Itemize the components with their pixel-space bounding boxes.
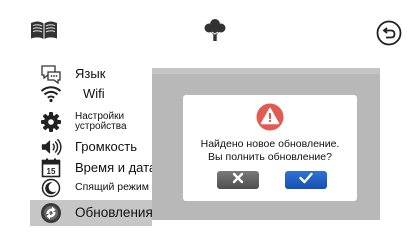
menu-item-label: Настройки устройства: [75, 110, 127, 132]
update-icon: [40, 202, 62, 224]
menu-item-label: Время и дата: [75, 160, 157, 176]
cancel-button[interactable]: [217, 171, 259, 189]
speaker-icon: [40, 136, 62, 158]
menu-item-label: Язык: [75, 66, 106, 82]
back-icon[interactable]: [376, 20, 402, 46]
tree-icon[interactable]: [204, 18, 226, 42]
update-dialog: Найдено новое обновление. Вы полнить обн…: [183, 95, 357, 201]
calendar-icon: 15: [40, 157, 62, 179]
close-icon: [232, 171, 244, 189]
menu-item-updates[interactable]: Обновления: [30, 200, 153, 226]
settings-screen: Язык Wifi Настройки устройства Громкость…: [0, 0, 410, 241]
settings-menu: Язык Wifi Настройки устройства Громкость…: [30, 60, 156, 228]
menu-item-sleep-mode[interactable]: Спящий режим: [30, 177, 152, 199]
warning-icon: [256, 103, 284, 131]
dialog-message: Найдено новое обновление. Вы полнить обн…: [183, 138, 357, 163]
check-icon: [299, 171, 313, 189]
gear-icon: [40, 111, 62, 133]
panel-divider: [152, 68, 380, 74]
book-icon[interactable]: [30, 19, 58, 41]
wifi-icon: [40, 83, 62, 105]
menu-item-label: Громкость: [75, 139, 137, 155]
menu-item-volume[interactable]: Громкость: [30, 136, 152, 158]
top-bar: [0, 0, 410, 58]
language-chat-icon: [40, 63, 62, 85]
menu-item-device-settings[interactable]: Настройки устройства: [30, 106, 152, 138]
menu-item-wifi[interactable]: Wifi: [30, 84, 152, 104]
menu-item-label: Wifi: [83, 86, 105, 102]
dialog-message-line: Найдено новое обновление.: [200, 138, 340, 150]
menu-item-label: Спящий режим: [75, 181, 149, 194]
dialog-message-line: Вы полнить обновление?: [208, 150, 332, 163]
menu-item-language[interactable]: Язык: [30, 63, 152, 85]
menu-item-time-date[interactable]: 15 Время и дата: [30, 157, 156, 179]
menu-item-label: Обновления: [75, 204, 153, 220]
svg-text:15: 15: [47, 167, 56, 176]
moon-icon: [40, 177, 62, 199]
confirm-button[interactable]: [285, 171, 327, 189]
